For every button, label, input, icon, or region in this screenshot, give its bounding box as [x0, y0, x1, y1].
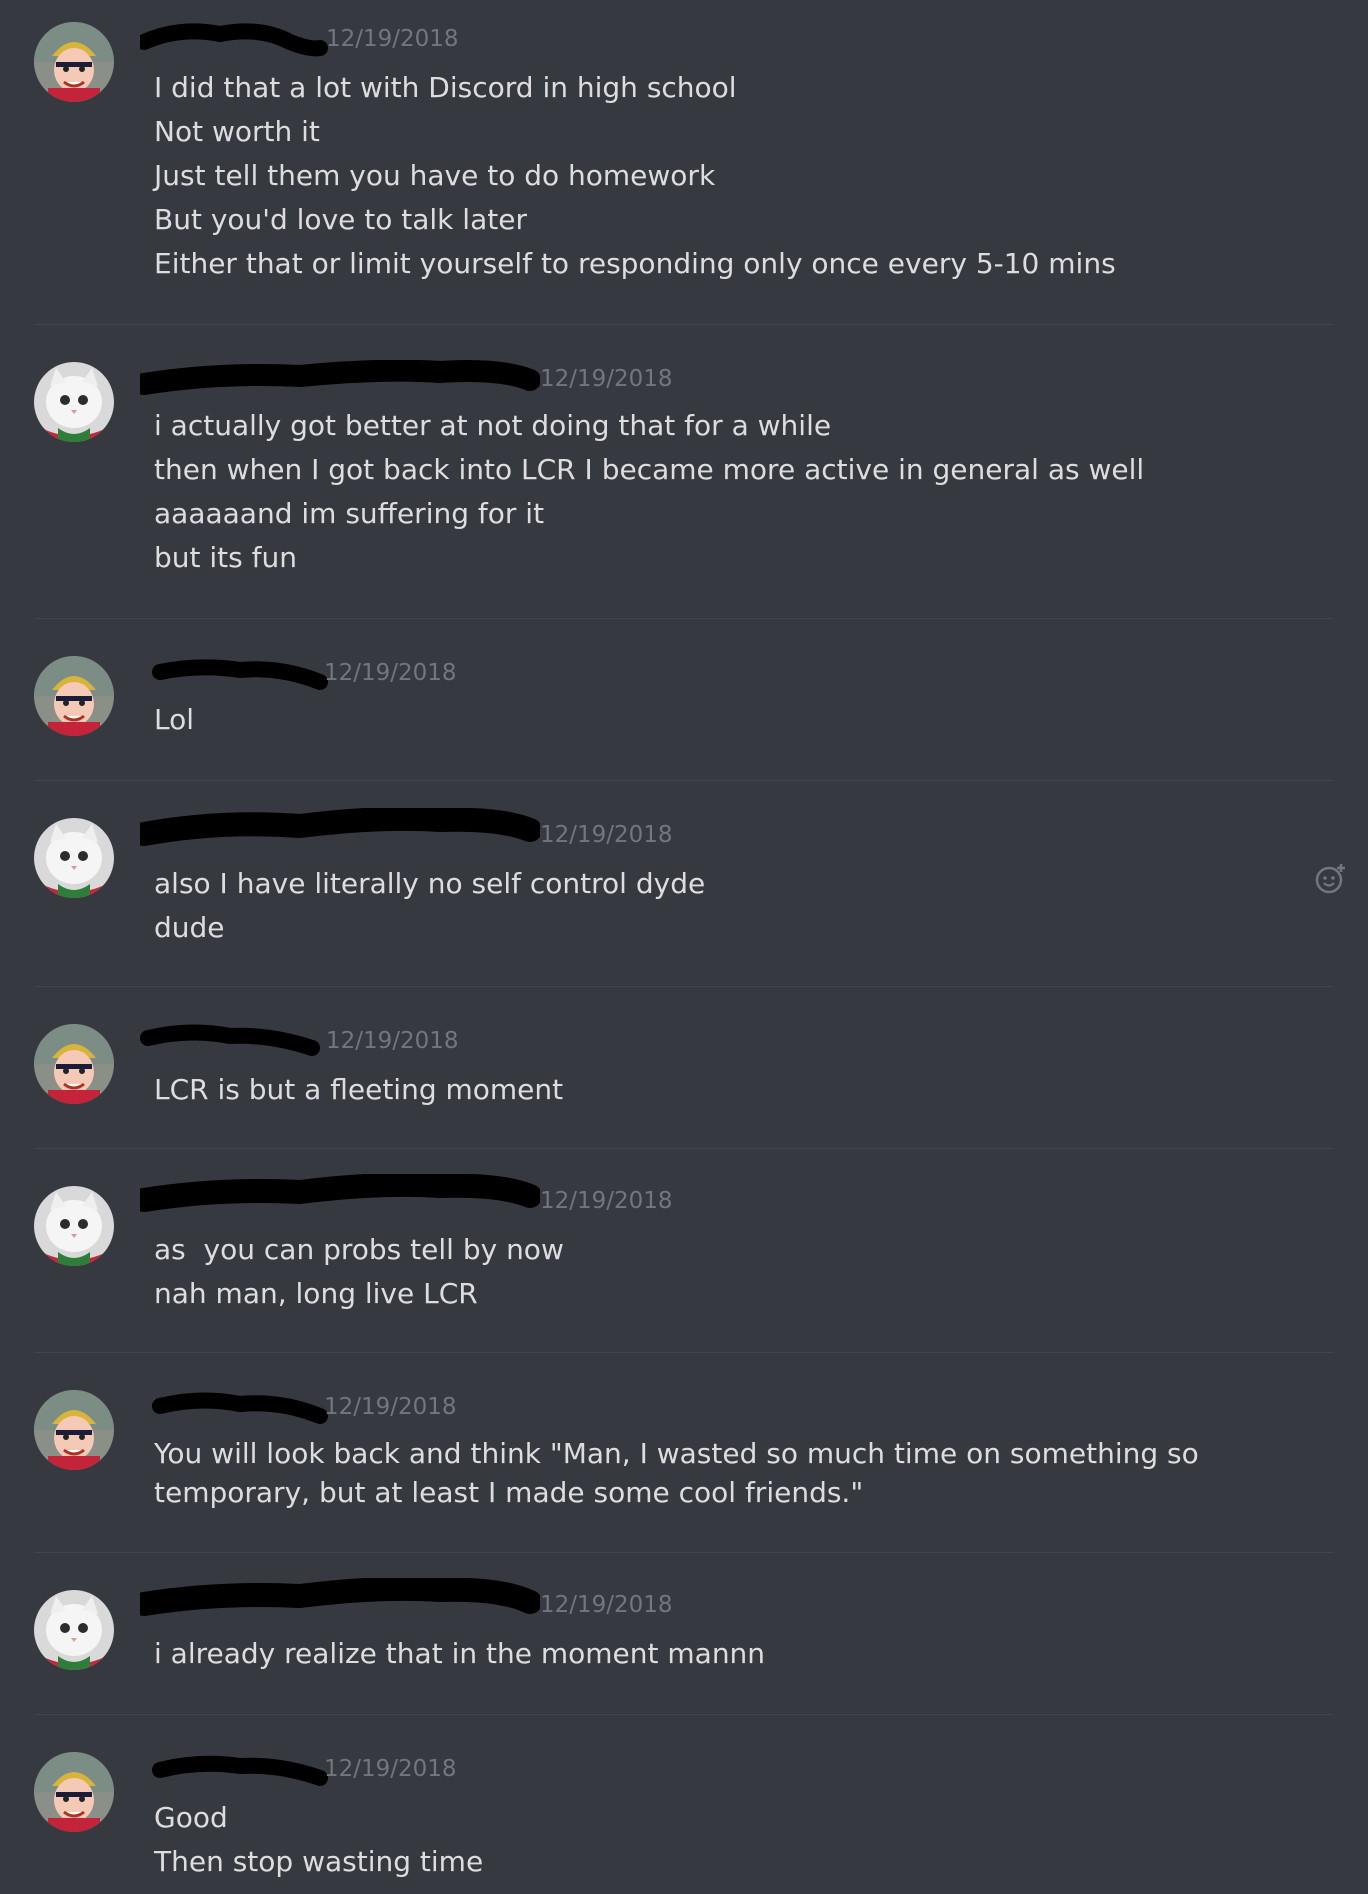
avatar[interactable]	[34, 1186, 114, 1266]
redacted-author-name	[140, 1024, 320, 1056]
message-divider	[34, 986, 1334, 987]
redacted-author-name	[152, 659, 328, 690]
message-line: But you'd love to talk later	[154, 203, 527, 236]
avatar[interactable]	[34, 1590, 114, 1670]
redacted-author-name	[140, 1578, 540, 1616]
avatar[interactable]	[34, 1024, 114, 1104]
message-line: aaaaaand im suffering for it	[154, 497, 545, 530]
avatar[interactable]	[34, 362, 114, 442]
avatar[interactable]	[34, 656, 114, 736]
message-line: but its fun	[154, 541, 297, 574]
message-line: Then stop wasting time	[154, 1845, 484, 1878]
message-line: Just tell them you have to do homework	[154, 159, 716, 192]
message-divider	[34, 618, 1334, 619]
message-divider	[34, 1148, 1334, 1149]
message-timestamp: 12/19/2018	[540, 1592, 673, 1618]
message-line: as you can probs tell by now	[154, 1233, 564, 1266]
message-line: LCR is but a fleeting moment	[154, 1073, 564, 1106]
message-line: i already realize that in the moment man…	[154, 1637, 766, 1670]
message-line: nah man, long live LCR	[154, 1277, 478, 1310]
message-timestamp: 12/19/2018	[326, 26, 459, 52]
add-reaction-icon[interactable]	[1314, 862, 1348, 896]
message-line: i actually got better at not doing that …	[154, 409, 832, 442]
message-divider	[34, 1552, 1334, 1553]
message-timestamp: 12/19/2018	[324, 1756, 457, 1782]
redacted-author-name	[140, 360, 540, 395]
message-line: Not worth it	[154, 115, 320, 148]
avatar[interactable]	[34, 22, 114, 102]
redacted-author-name	[140, 1174, 540, 1212]
redacted-author-name	[152, 1392, 328, 1424]
avatar[interactable]	[34, 1390, 114, 1470]
redacted-author-name	[152, 1755, 328, 1786]
message-line: dude	[154, 911, 225, 944]
message-line: also I have literally no self control dy…	[154, 867, 706, 900]
message-line: Good	[154, 1801, 228, 1834]
message-timestamp: 12/19/2018	[326, 1028, 459, 1054]
avatar[interactable]	[34, 818, 114, 898]
message-timestamp: 12/19/2018	[540, 366, 673, 392]
message-timestamp: 12/19/2018	[540, 1188, 673, 1214]
message-timestamp: 12/19/2018	[324, 660, 457, 686]
message-timestamp: 12/19/2018	[324, 1394, 457, 1420]
message-divider	[34, 1352, 1334, 1353]
message-line: I did that a lot with Discord in high sc…	[154, 71, 737, 104]
message-timestamp: 12/19/2018	[540, 822, 673, 848]
message-divider	[34, 1714, 1334, 1715]
redacted-author-name	[140, 808, 540, 846]
avatar[interactable]	[34, 1752, 114, 1832]
message-line: Lol	[154, 703, 195, 736]
message-divider	[34, 780, 1334, 781]
message-divider	[34, 324, 1334, 325]
redacted-author-name	[140, 23, 328, 57]
message-line: You will look back and think "Man, I was…	[154, 1437, 1208, 1509]
message-line: Either that or limit yourself to respond…	[154, 247, 1116, 280]
message-line: then when I got back into LCR I became m…	[154, 453, 1145, 486]
